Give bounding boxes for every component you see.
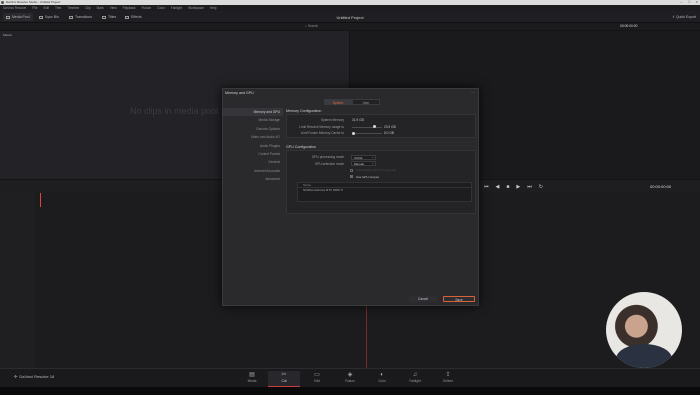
gpu-panel: GPU processing mode CUDA GPU selection m… [286, 150, 476, 214]
go-to-start-icon[interactable]: ⏮ [484, 184, 489, 190]
app-icon [1, 1, 4, 4]
brand-label: DaVinci Resolve 18 [19, 374, 55, 379]
fusion-cache-slider[interactable] [352, 131, 382, 135]
search-field[interactable]: ⌕ Search [305, 24, 318, 28]
sidebar-item-control-panels[interactable]: Control Panels [223, 150, 283, 158]
page-label: Deliver [443, 379, 453, 383]
cancel-button[interactable]: Cancel [409, 296, 437, 302]
save-button[interactable]: Save [443, 296, 475, 302]
use-gpu-label: Use GPU scopes [356, 174, 380, 179]
stop-icon[interactable]: ■ [506, 184, 509, 190]
fusion-page-icon: ◈ [347, 372, 353, 378]
sidebar-item-internet-accounts[interactable]: Internet Accounts [223, 167, 283, 175]
color-page-icon: ◐ [380, 372, 384, 378]
page-navigation: ▤ Media ✂ Cut ▭ Edit ◈ Fusion ◐ Color ♫ Fairlight ⇪ D… [0, 368, 700, 387]
more-options-icon[interactable]: ··· [471, 90, 475, 95]
fairlight-page-icon: ♫ [412, 372, 418, 378]
webcam-overlay [606, 292, 682, 368]
page-label: Color [378, 379, 386, 383]
play-icon[interactable]: ▶ [516, 184, 520, 190]
fusion-cache-slider-knob[interactable] [352, 131, 355, 135]
gpu-list-row[interactable]: NVIDIA GeForce RTX 3060 Ti [298, 188, 471, 193]
gpu-selection-select[interactable]: Manual [351, 161, 376, 167]
sidebar-item-media-storage[interactable]: Media Storage [223, 116, 283, 124]
source-timecode: 00:00:00:00 [620, 24, 638, 28]
sub-toolbar: ⌕ Search 00:00:00:00 [0, 23, 700, 30]
sidebar-item-audio-plugins[interactable]: Audio Plugins [223, 142, 283, 150]
memory-panel: System Memory 31.9 GB Limit Resolve Memo… [286, 114, 476, 138]
page-label: Media [247, 379, 257, 383]
quick-export-button[interactable]: ⇪ Quick Export [672, 15, 696, 19]
page-media[interactable]: ▤ Media [236, 371, 268, 387]
display-gpu-checkbox[interactable] [350, 168, 354, 172]
edit-page-icon: ▭ [314, 372, 320, 378]
bin-master[interactable]: Master [3, 33, 12, 37]
brand: ✣ DaVinci Resolve 18 [14, 374, 54, 379]
go-to-end-icon[interactable]: ⏭ [527, 184, 532, 190]
resolve-memory-slider-knob[interactable] [373, 125, 376, 129]
system-user-toggle: System User [324, 99, 380, 105]
page-fairlight[interactable]: ♫ Fairlight [399, 371, 431, 387]
gpu-list: Name NVIDIA GeForce RTX 3060 Ti [297, 182, 472, 202]
playhead-line [366, 300, 367, 368]
sidebar-item-general[interactable]: General [223, 158, 283, 166]
sidebar-item-video-and-audio-i-o[interactable]: Video and Audio I/O [223, 133, 283, 141]
sidebar-item-advanced[interactable]: Advanced [223, 175, 283, 183]
page-label: Cut [281, 379, 287, 383]
dialog-title: Memory and GPU [225, 91, 254, 95]
tab-system[interactable]: System [324, 99, 352, 105]
tab-user[interactable]: User [352, 99, 380, 105]
use-gpu-checkbox[interactable] [350, 175, 354, 179]
play-reverse-icon[interactable]: ◀ [496, 184, 500, 190]
page-edit[interactable]: ▭ Edit [301, 371, 333, 387]
resolve-memory-slider[interactable] [352, 125, 382, 129]
cut-page-icon: ✂ [281, 372, 287, 378]
playhead[interactable] [40, 193, 41, 207]
page-cut[interactable]: ✂ Cut [268, 371, 300, 387]
preferences-dialog: Memory and GPU ··· System User Memory an… [222, 88, 479, 306]
deliver-page-icon: ⇪ [445, 372, 451, 378]
preferences-sidebar: Memory and GPU Media Storage Decode Option… [223, 108, 283, 268]
page-color[interactable]: ◐ Color [366, 371, 398, 387]
page-label: Fairlight [409, 379, 421, 383]
page-label: Edit [314, 379, 320, 383]
fusion-cache-label: Limit Fusion Memory Cache to [300, 131, 344, 135]
page-deliver[interactable]: ⇪ Deliver [432, 371, 464, 387]
gpu-processing-select[interactable]: CUDA [351, 154, 376, 160]
transport-controls: ⏮ ◀ ■ ▶ ⏭ ↻ [484, 184, 543, 190]
davinci-logo-icon: ✣ [14, 374, 18, 379]
page-fusion[interactable]: ◈ Fusion [334, 371, 366, 387]
timeline-timecode: 00:00:00:00 [650, 184, 672, 189]
sidebar-item-memory-and-gpu[interactable]: Memory and GPU [223, 108, 283, 117]
media-page-icon: ▤ [249, 372, 255, 378]
project-title: Untitled Project [336, 15, 364, 20]
empty-pool-text: No clips in media pool [130, 106, 219, 116]
webcam-person [616, 344, 672, 368]
use-gpu-row: Use GPU scopes [287, 174, 475, 181]
fusion-cache-row: Limit Fusion Memory Cache to 5.0 GB [287, 130, 475, 137]
loop-icon[interactable]: ↻ [539, 184, 543, 190]
sidebar-item-decode-options[interactable]: Decode Options [223, 125, 283, 133]
os-taskbar [0, 387, 700, 395]
fusion-cache-value: 5.0 GB [384, 131, 394, 135]
page-label: Fusion [345, 379, 355, 383]
window-title: DaVinci Resolve Studio - Untitled Projec… [6, 0, 61, 4]
preferences-content: Memory Configuration System Memory 31.9 … [286, 108, 476, 214]
track-headers [0, 193, 35, 368]
